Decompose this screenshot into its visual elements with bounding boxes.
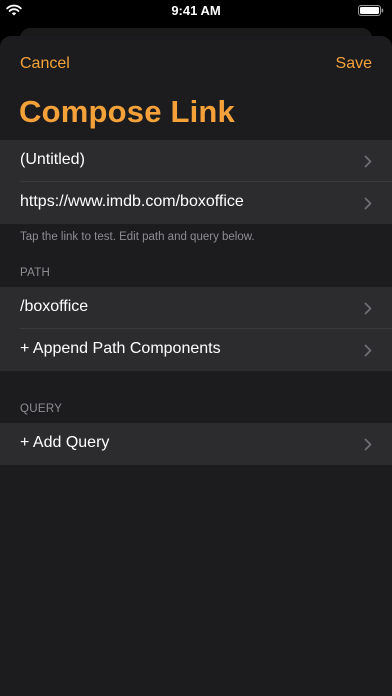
link-footnote: Tap the link to test. Edit path and quer…	[20, 231, 255, 243]
link-title-row[interactable]: (Untitled)	[0, 140, 392, 182]
chevron-right-icon	[364, 302, 372, 315]
path-value-label: /boxoffice	[20, 298, 89, 315]
compose-link-sheet: Cancel Save Compose Link (Untitled) http…	[0, 36, 392, 696]
chevron-right-icon	[364, 344, 372, 357]
status-time: 9:41 AM	[171, 3, 221, 18]
save-button[interactable]: Save	[336, 55, 372, 73]
link-group: (Untitled) https://www.imdb.com/boxoffic…	[0, 140, 392, 224]
link-url-label: https://www.imdb.com/boxoffice	[20, 193, 244, 210]
page-title: Compose Link	[19, 94, 235, 129]
query-section-header: QUERY	[20, 403, 63, 415]
add-query-row[interactable]: + Add Query	[0, 423, 392, 465]
append-path-row[interactable]: + Append Path Components	[0, 329, 392, 371]
chevron-right-icon	[364, 197, 372, 210]
path-section-header: PATH	[20, 267, 51, 279]
link-url-row[interactable]: https://www.imdb.com/boxoffice	[0, 182, 392, 224]
path-value-row[interactable]: /boxoffice	[0, 287, 392, 329]
query-group: + Add Query	[0, 423, 392, 465]
cancel-button[interactable]: Cancel	[20, 55, 70, 73]
append-path-label: + Append Path Components	[20, 340, 221, 357]
link-title-label: (Untitled)	[20, 151, 85, 168]
chevron-right-icon	[364, 438, 372, 451]
chevron-right-icon	[364, 155, 372, 168]
status-bar: 9:41 AM	[0, 0, 392, 22]
battery-icon	[358, 5, 384, 16]
path-group: /boxoffice + Append Path Components	[0, 287, 392, 371]
add-query-label: + Add Query	[20, 434, 110, 451]
